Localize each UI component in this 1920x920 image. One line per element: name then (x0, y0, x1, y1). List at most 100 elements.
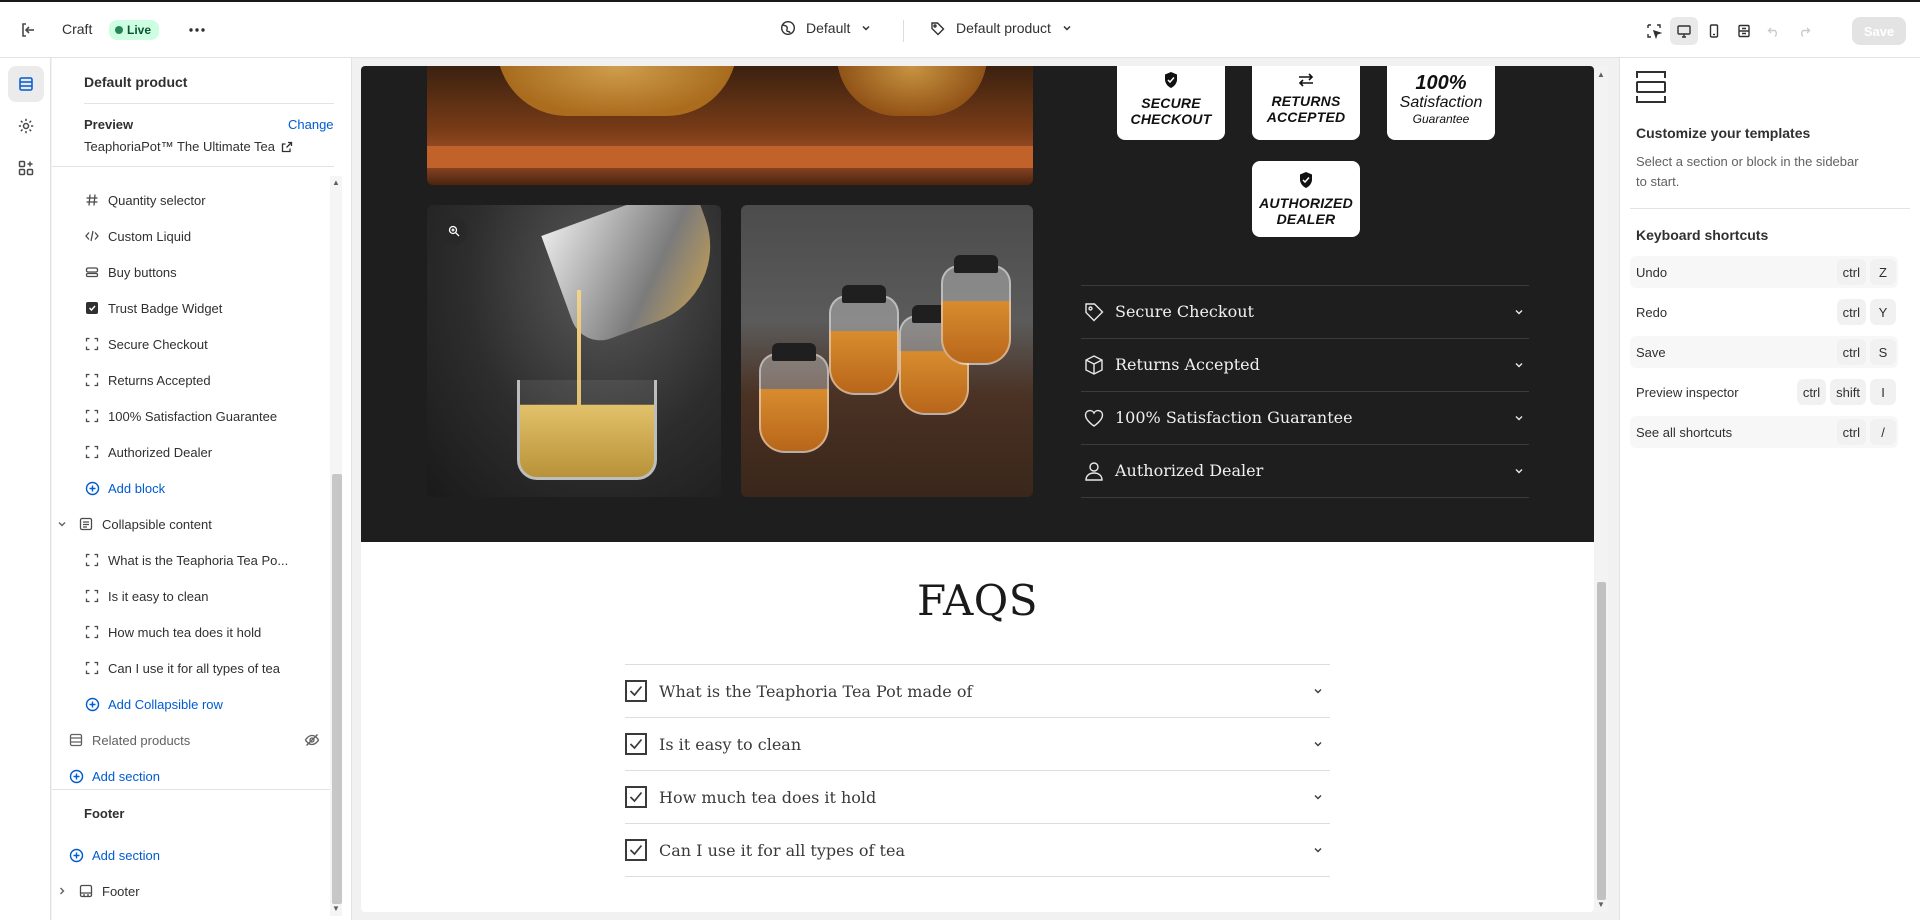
product-image-pouring[interactable] (427, 205, 721, 497)
shield-check-icon (1165, 72, 1177, 88)
person-icon (1081, 458, 1107, 484)
product-image-teapots[interactable] (741, 205, 1033, 497)
accordion-row[interactable]: Authorized Dealer (1081, 444, 1529, 496)
tag-icon (1081, 299, 1107, 325)
left-rail (0, 58, 51, 920)
add-block-button[interactable]: Add block (84, 477, 165, 499)
mobile-view-button[interactable] (1700, 17, 1728, 45)
zoom-icon[interactable] (440, 217, 468, 245)
block-label: Authorized Dealer (108, 444, 213, 460)
shortcut-row: Redo ctrl Y (1630, 296, 1898, 328)
section-related-products[interactable]: Related products (68, 729, 330, 751)
footer-add-section-button[interactable]: Add section (68, 844, 160, 866)
divider (84, 103, 334, 104)
scrollbar-thumb[interactable] (332, 474, 342, 904)
chevron-right-icon[interactable] (54, 883, 70, 899)
desktop-view-button[interactable] (1670, 17, 1698, 45)
shortcut-row[interactable]: See all shortcuts ctrl / (1630, 416, 1898, 448)
shortcut-key: ctrl (1836, 299, 1866, 325)
section-footer[interactable]: Footer (54, 880, 140, 902)
fullscreen-view-button[interactable] (1730, 17, 1758, 45)
eye-hidden-icon[interactable] (304, 732, 320, 748)
inspector-button[interactable] (1640, 17, 1668, 45)
chevron-down-icon (1306, 844, 1330, 856)
redo-button[interactable] (1790, 17, 1818, 45)
collapsible-row-item[interactable]: Can I use it for all types of tea (84, 657, 280, 679)
mobile-icon (1709, 24, 1719, 38)
scroll-down-arrow[interactable]: ▼ (1597, 900, 1605, 909)
more-actions-button[interactable] (183, 18, 211, 42)
canvas-scrollbar[interactable]: ▲ ▼ (1594, 66, 1608, 912)
sections-button[interactable] (8, 66, 44, 102)
product-image-main[interactable] (427, 66, 1033, 185)
faq-heading: FAQS (916, 576, 1039, 625)
undo-button[interactable] (1760, 17, 1788, 45)
block-item[interactable]: Authorized Dealer (84, 441, 212, 463)
faq-row[interactable]: How much tea does it hold (625, 770, 1330, 823)
collapsible-row-item[interactable]: Is it easy to clean (84, 585, 208, 607)
badge-line: RETURNS (1271, 93, 1341, 109)
theme-selector[interactable]: Default (780, 20, 872, 36)
template-selector-label: Default product (956, 20, 1051, 36)
scroll-up-arrow[interactable]: ▲ (1597, 70, 1605, 79)
chevron-down-icon (1063, 25, 1071, 31)
checkbox-check-icon (625, 839, 647, 861)
accordion-row[interactable]: 100% Satisfaction Guarantee (1081, 391, 1529, 443)
shortcut-key: shift (1830, 379, 1866, 405)
trust-badge: RETURNS ACCEPTED (1252, 66, 1360, 140)
block-label: Custom Liquid (108, 228, 192, 244)
faq-row[interactable]: Can I use it for all types of tea (625, 823, 1330, 876)
accordion-row[interactable]: Returns Accepted (1081, 338, 1529, 390)
block-frame-icon (84, 588, 100, 604)
block-item[interactable]: Buy buttons (84, 261, 177, 283)
status-badge: Live (109, 20, 160, 40)
block-item[interactable]: 100% Satisfaction Guarantee (84, 405, 277, 427)
section-collapsible-content[interactable]: Collapsible content (54, 513, 212, 535)
badge-line: DEALER (1276, 211, 1336, 227)
add-collapsible-row-button[interactable]: Add Collapsible row (84, 693, 223, 715)
scroll-up-arrow[interactable]: ▲ (332, 178, 340, 187)
collapsible-row-item[interactable]: How much tea does it hold (84, 621, 261, 643)
shortcut-row: Preview inspector ctrl shift I (1630, 376, 1898, 408)
shortcut-key: ctrl (1836, 339, 1866, 365)
template-selector[interactable]: Default product (930, 20, 1073, 36)
add-section-button[interactable]: Add section (68, 765, 160, 787)
block-item[interactable]: Returns Accepted (84, 369, 211, 391)
block-item[interactable]: Trust Badge Widget (84, 297, 222, 319)
chevron-down-icon (1306, 738, 1330, 750)
preview-canvas: SECURE CHECKOUT RETURNS ACCEPTED 100% Sa… (361, 66, 1594, 912)
faq-row[interactable]: What is the Teaphoria Tea Pot made of (625, 664, 1330, 717)
change-preview-link[interactable]: Change (288, 117, 334, 132)
exchange-arrows-icon (1298, 73, 1314, 87)
plus-circle-icon (68, 768, 84, 784)
app-embeds-button[interactable] (8, 150, 44, 186)
scroll-down-arrow[interactable]: ▼ (332, 904, 340, 913)
save-button[interactable]: Save (1852, 17, 1906, 45)
preview-product-link[interactable]: TeaphoriaPot™ The Ultimate Tea (84, 139, 293, 154)
accordion-label: Secure Checkout (1115, 302, 1254, 321)
chevron-down-icon (1509, 412, 1529, 424)
section-icon (68, 732, 84, 748)
panel-description: Select a section or block in the sidebar… (1636, 154, 1859, 189)
block-item[interactable]: Quantity selector (84, 189, 206, 211)
footer-group-heading: Footer (84, 806, 125, 821)
gear-icon (18, 118, 34, 134)
block-label: 100% Satisfaction Guarantee (108, 408, 278, 424)
block-item[interactable]: Custom Liquid (84, 225, 191, 247)
faq-row[interactable]: Is it easy to clean (625, 717, 1330, 770)
trust-badge: 100% Satisfaction Guarantee (1387, 66, 1495, 140)
scrollbar-thumb[interactable] (1597, 582, 1606, 900)
collapsible-row-label: Is it easy to clean (108, 588, 209, 604)
collapsible-row-item[interactable]: What is the Teaphoria Tea Po... (84, 549, 288, 571)
exit-icon[interactable] (14, 16, 42, 44)
shield-check-icon (1300, 172, 1312, 188)
block-item[interactable]: Secure Checkout (84, 333, 208, 355)
chevron-down-icon[interactable] (54, 516, 70, 532)
accordion-row[interactable]: Secure Checkout (1081, 285, 1529, 337)
theme-settings-button[interactable] (8, 108, 44, 144)
trust-badge: SECURE CHECKOUT (1117, 66, 1225, 140)
sidebar-scrollbar[interactable]: ▲ ▼ (330, 176, 342, 916)
shortcut-key: I (1870, 379, 1896, 405)
shortcut-label: See all shortcuts (1636, 424, 1733, 440)
checkbox-check-icon (625, 786, 647, 808)
